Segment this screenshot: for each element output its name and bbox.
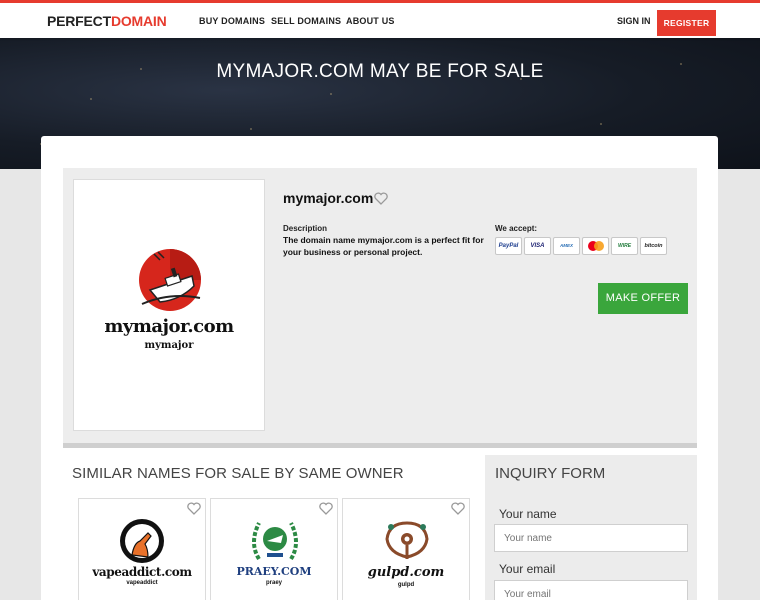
mastercard-icon [582,237,609,255]
vape-logo-icon [120,519,164,563]
similar-domain-name: gulpd.com [367,565,445,580]
gulpd-ornament-icon [385,521,429,559]
similar-domain-name: vapeaddict.com [92,565,192,579]
favorite-heart-icon[interactable] [187,502,201,520]
similar-domain-subtext: praey [265,580,282,586]
inquiry-form-title: INQUIRY FORM [495,465,606,482]
favorite-heart-icon[interactable] [374,192,388,210]
description-text: The domain name mymajor.com is a perfect… [283,235,484,257]
your-name-input[interactable] [494,524,688,552]
visa-icon: VISA [524,237,551,255]
logo-text-domain: DOMAIN [110,13,167,29]
sign-in-link[interactable]: SIGN IN [617,16,651,26]
we-accept-label: We accept: [495,224,538,233]
bitcoin-icon: bitcoin [640,237,667,255]
make-offer-button[interactable]: MAKE OFFER [598,283,688,314]
register-button[interactable]: REGISTER [657,10,716,36]
wire-transfer-icon: WIRE [611,237,638,255]
your-name-label: Your name [499,507,557,521]
domain-logo-box: mymajor.com mymajor [73,179,265,431]
your-email-label: Your email [499,562,556,576]
logo-domain-text: mymajor.com [104,316,234,337]
similar-domain-card[interactable]: vapeaddict.com vapeaddict [78,498,206,600]
similar-domain-card[interactable]: PRAEY.COM praey [210,498,338,600]
paypal-icon: PayPal [495,237,522,255]
nav-buy-domains[interactable]: BUY DOMAINS [199,16,265,26]
amex-icon: AMEX [553,237,580,255]
site-logo[interactable]: PERFECTDOMAIN [47,13,167,29]
logo-text-perfect: PERFECT [47,13,111,29]
similar-names-title: SIMILAR NAMES FOR SALE BY SAME OWNER [72,465,404,482]
similar-domain-name: PRAEY.COM [236,565,312,578]
favorite-heart-icon[interactable] [319,502,333,520]
ship-logo-icon [139,249,201,311]
nav-about-us[interactable]: ABOUT US [346,16,395,26]
similar-domain-card[interactable]: gulpd.com gulpd [342,498,470,600]
favorite-heart-icon[interactable] [451,502,465,520]
your-email-input[interactable] [494,580,688,600]
top-nav-bar: PERFECTDOMAIN BUY DOMAINS SELL DOMAINS A… [0,0,760,38]
praey-laurel-icon [252,522,298,561]
hero-title: MYMAJOR.COM MAY BE FOR SALE [216,61,544,82]
nav-sell-domains[interactable]: SELL DOMAINS [271,16,341,26]
logo-domain-subtext: mymajor [144,340,194,351]
similar-domain-subtext: gulpd [397,582,415,588]
description-label: Description [283,224,328,233]
similar-domain-subtext: vapeaddict [126,580,158,586]
domain-name: mymajor.com [283,190,374,206]
